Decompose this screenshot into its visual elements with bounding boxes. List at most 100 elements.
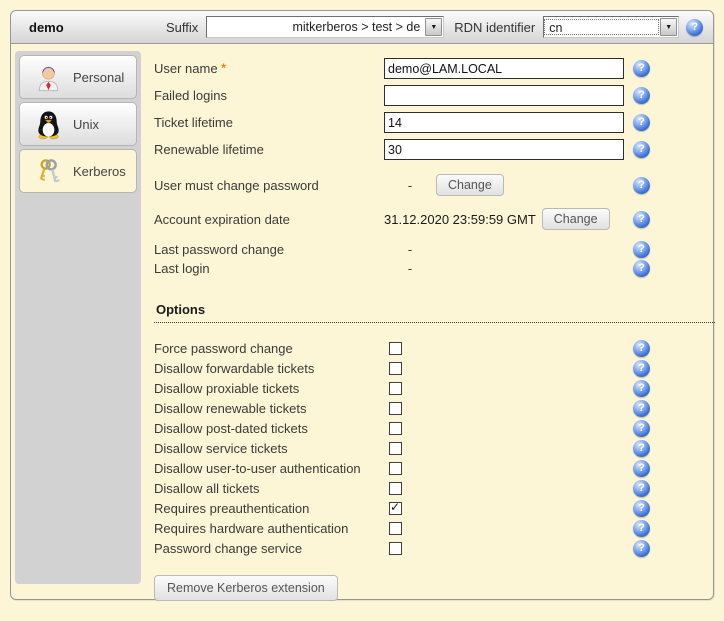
- suffix-select[interactable]: mitkerberos > test > de ▼: [206, 16, 444, 38]
- requires-preauthentication-checkbox[interactable]: [389, 502, 402, 515]
- help-icon[interactable]: ?: [633, 177, 650, 194]
- option-row-disallow-postdated: Disallow post-dated tickets ?: [154, 418, 650, 438]
- option-row-force-password-change: Force password change ?: [154, 338, 650, 358]
- tab-label: Unix: [73, 117, 99, 132]
- disallow-service-checkbox[interactable]: [389, 442, 402, 455]
- help-icon[interactable]: ?: [633, 360, 650, 377]
- help-icon[interactable]: ?: [686, 19, 703, 36]
- help-icon[interactable]: ?: [633, 87, 650, 104]
- disallow-forwardable-checkbox[interactable]: [389, 362, 402, 375]
- help-icon[interactable]: ?: [633, 260, 650, 277]
- option-label: Disallow renewable tickets: [154, 401, 384, 416]
- failed-logins-input[interactable]: [384, 85, 624, 106]
- disallow-postdated-checkbox[interactable]: [389, 422, 402, 435]
- kerberos-form: User name * ? Failed logins ? Ticket lif…: [143, 44, 713, 601]
- required-marker-icon: *: [221, 61, 226, 75]
- help-icon[interactable]: ?: [633, 340, 650, 357]
- rdn-identifier-select[interactable]: cn ▼: [543, 16, 679, 38]
- last-password-change-value: -: [384, 242, 436, 257]
- help-icon[interactable]: ?: [633, 141, 650, 158]
- tab-personal[interactable]: Personal: [19, 55, 137, 99]
- option-row-disallow-all-tickets: Disallow all tickets ?: [154, 478, 650, 498]
- tab-label: Kerberos: [73, 164, 126, 179]
- chevron-down-icon[interactable]: ▼: [425, 18, 442, 36]
- help-icon[interactable]: ?: [633, 400, 650, 417]
- user-name-input[interactable]: [384, 58, 624, 79]
- option-label: Requires preauthentication: [154, 501, 384, 516]
- help-icon[interactable]: ?: [633, 380, 650, 397]
- row-account-expiration-date: Account expiration date 31.12.2020 23:59…: [154, 208, 650, 230]
- keys-icon: [33, 156, 64, 187]
- option-row-disallow-renewable: Disallow renewable tickets ?: [154, 398, 650, 418]
- last-login-value: -: [384, 261, 436, 276]
- field-label: Last login: [154, 261, 384, 276]
- help-icon[interactable]: ?: [633, 440, 650, 457]
- option-row-disallow-user-to-user: Disallow user-to-user authentication ?: [154, 458, 650, 478]
- info-rows: Last password change - ? Last login - ?: [154, 240, 713, 278]
- rdn-select-value: cn: [544, 19, 659, 35]
- disallow-renewable-checkbox[interactable]: [389, 402, 402, 415]
- help-icon[interactable]: ?: [633, 500, 650, 517]
- option-label: Disallow user-to-user authentication: [154, 461, 384, 476]
- option-label: Force password change: [154, 341, 384, 356]
- field-row-failed-logins: Failed logins ?: [154, 85, 650, 106]
- tux-penguin-icon: [33, 109, 64, 140]
- account-edit-window: demo Suffix mitkerberos > test > de ▼ RD…: [10, 10, 714, 600]
- help-icon[interactable]: ?: [633, 211, 650, 228]
- help-icon[interactable]: ?: [633, 540, 650, 557]
- option-label: Requires hardware authentication: [154, 521, 384, 536]
- window-body: Personal Unix: [11, 44, 713, 600]
- renewable-lifetime-input[interactable]: [384, 139, 624, 160]
- expiration-date-value: 31.12.2020 23:59:59 GMT: [384, 212, 536, 227]
- disallow-user-to-user-checkbox[interactable]: [389, 462, 402, 475]
- field-row-user-name: User name * ?: [154, 58, 650, 79]
- option-row-requires-preauthentication: Requires preauthentication ?: [154, 498, 650, 518]
- ticket-lifetime-input[interactable]: [384, 112, 624, 133]
- change-password-button[interactable]: Change: [436, 174, 504, 196]
- module-sidebar: Personal Unix: [15, 51, 141, 584]
- option-label: Disallow all tickets: [154, 481, 384, 496]
- suffix-select-value: mitkerberos > test > de: [207, 19, 424, 35]
- help-icon[interactable]: ?: [633, 114, 650, 131]
- row-last-password-change: Last password change - ?: [154, 240, 650, 259]
- help-icon[interactable]: ?: [633, 480, 650, 497]
- option-label: Disallow service tickets: [154, 441, 384, 456]
- password-change-service-checkbox[interactable]: [389, 542, 402, 555]
- field-label: User name *: [154, 61, 384, 76]
- row-last-login: Last login - ?: [154, 259, 650, 278]
- option-row-disallow-proxiable: Disallow proxiable tickets ?: [154, 378, 650, 398]
- field-label: Account expiration date: [154, 212, 384, 227]
- option-row-password-change-service: Password change service ?: [154, 538, 650, 558]
- row-user-must-change-password: User must change password - Change ?: [154, 174, 650, 196]
- password-change-value: -: [384, 178, 436, 193]
- disallow-all-tickets-checkbox[interactable]: [389, 482, 402, 495]
- help-icon[interactable]: ?: [633, 520, 650, 537]
- tab-kerberos[interactable]: Kerberos: [19, 149, 137, 193]
- option-label: Disallow forwardable tickets: [154, 361, 384, 376]
- tab-unix[interactable]: Unix: [19, 102, 137, 146]
- force-password-change-checkbox[interactable]: [389, 342, 402, 355]
- field-label: User must change password: [154, 178, 384, 193]
- field-label: Renewable lifetime: [154, 142, 384, 157]
- tab-label: Personal: [73, 70, 124, 85]
- help-icon[interactable]: ?: [633, 460, 650, 477]
- option-label: Password change service: [154, 541, 384, 556]
- option-row-disallow-service: Disallow service tickets ?: [154, 438, 650, 458]
- requires-hardware-auth-checkbox[interactable]: [389, 522, 402, 535]
- field-label: Last password change: [154, 242, 384, 257]
- field-row-renewable-lifetime: Renewable lifetime ?: [154, 139, 650, 160]
- options-section-heading: Options: [154, 302, 715, 323]
- option-label: Disallow post-dated tickets: [154, 421, 384, 436]
- suffix-label: Suffix: [166, 20, 198, 35]
- change-expiration-button[interactable]: Change: [542, 208, 610, 230]
- field-label: Ticket lifetime: [154, 115, 384, 130]
- disallow-proxiable-checkbox[interactable]: [389, 382, 402, 395]
- rdn-identifier-label: RDN identifier: [454, 20, 535, 35]
- help-icon[interactable]: ?: [633, 60, 650, 77]
- chevron-down-icon[interactable]: ▼: [660, 18, 677, 36]
- remove-kerberos-extension-button[interactable]: Remove Kerberos extension: [154, 575, 338, 601]
- help-icon[interactable]: ?: [633, 420, 650, 437]
- help-icon[interactable]: ?: [633, 241, 650, 258]
- person-icon: [33, 62, 64, 93]
- account-name: demo: [29, 20, 166, 35]
